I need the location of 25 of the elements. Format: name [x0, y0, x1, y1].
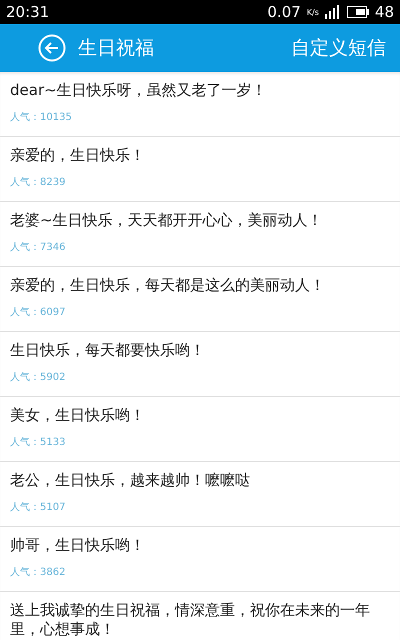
message-text[interactable]: 美女，生日快乐哟！	[10, 406, 390, 425]
popularity-count: 人气：5133	[10, 436, 66, 450]
speed-unit: K/s	[306, 8, 319, 16]
popularity-count: 人气：3862	[10, 566, 66, 580]
popularity-count: 人气：10135	[10, 111, 73, 125]
popularity-count: 人气：5902	[10, 371, 66, 385]
message-text[interactable]: 老婆~生日快乐，天天都开开心心，美丽动人！	[10, 211, 390, 230]
signal-icon	[324, 5, 341, 19]
popularity-count: 人气：6097	[10, 306, 66, 320]
message-text[interactable]: 送上我诚挚的生日祝福，情深意重，祝你在未来的一年里，心想事成！	[10, 601, 390, 639]
popularity-count: 人气：7346	[10, 241, 66, 255]
message-text[interactable]: 帅哥，生日快乐哟！	[10, 536, 390, 555]
page-title: 生日祝福	[78, 36, 155, 61]
network-speed: 0.07	[267, 3, 301, 21]
popularity-count: 人气：8239	[10, 176, 66, 190]
battery-icon	[346, 6, 369, 18]
back-icon[interactable]	[38, 34, 66, 62]
popularity-count: 人气：5107	[10, 501, 66, 515]
status-time: 20:31	[6, 3, 50, 21]
message-text[interactable]: 亲爱的，生日快乐，每天都是这么的美丽动人！	[10, 276, 390, 295]
message-text[interactable]: dear~生日快乐呀，虽然又老了一岁！	[10, 81, 390, 100]
message-text[interactable]: 亲爱的，生日快乐！	[10, 146, 390, 165]
message-text[interactable]: 老公，生日快乐，越来越帅！嚒嚒哒	[10, 471, 390, 490]
message-text[interactable]: 生日快乐，每天都要快乐哟！	[10, 341, 390, 360]
battery-level: 48	[374, 3, 394, 21]
